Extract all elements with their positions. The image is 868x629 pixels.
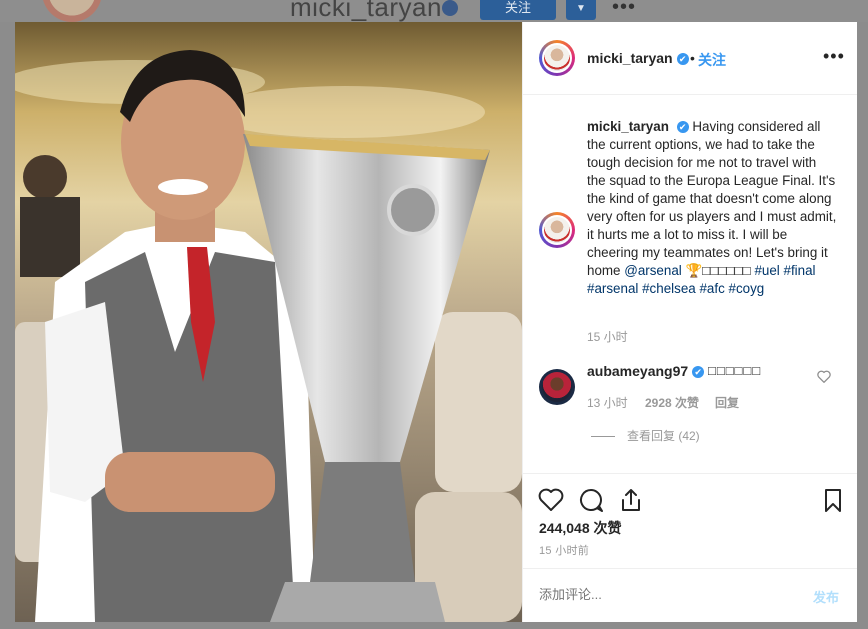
like-heart-icon[interactable] <box>537 486 565 514</box>
trophy-emoji: 🏆 <box>685 263 703 278</box>
hashtag-link[interactable]: #arsenal <box>587 281 638 296</box>
comment-text: □□□□□□ <box>708 363 762 378</box>
post-header: micki_taryan ✔ • 关注 ••• <box>523 22 857 95</box>
author-username-link[interactable]: micki_taryan ✔ <box>587 50 689 66</box>
share-icon[interactable] <box>617 486 645 514</box>
background-more-icon: ••• <box>612 0 637 18</box>
comment-like-heart-icon[interactable] <box>817 370 831 383</box>
hashtag-link[interactable]: #chelsea <box>642 281 696 296</box>
hashtag-link[interactable]: #coyg <box>729 281 765 296</box>
caption-username[interactable]: micki_taryan <box>587 119 669 134</box>
author-username: micki_taryan <box>587 50 673 66</box>
view-replies-link[interactable]: 查看回复 (42) <box>591 427 700 444</box>
verified-icon: ✔ <box>692 366 705 379</box>
commenter-avatar[interactable] <box>539 369 575 405</box>
verified-icon: ✔ <box>676 53 689 66</box>
header-separator: • <box>690 50 695 66</box>
background-verified-icon <box>442 0 458 16</box>
hashtag-link[interactable]: @arsenal <box>624 263 682 278</box>
save-bookmark-icon[interactable] <box>819 486 847 514</box>
emoji-text: □□□□□□ <box>702 263 751 278</box>
follow-button[interactable]: 关注 <box>698 50 726 70</box>
more-options-icon[interactable]: ••• <box>823 46 845 67</box>
post-modal: micki_taryan ✔ • 关注 ••• micki_taryan ✔ Ha… <box>15 22 857 622</box>
background-avatar <box>42 0 102 22</box>
verified-icon: ✔ <box>676 121 689 134</box>
background-header: micki_taryan 关注 ▼ ••• <box>0 0 868 22</box>
background-dropdown-icon: ▼ <box>566 0 596 20</box>
background-username: micki_taryan <box>290 0 442 22</box>
comment-timestamp: 13 小时 <box>587 396 628 410</box>
comment-input[interactable] <box>539 587 789 602</box>
author-avatar[interactable] <box>539 40 575 76</box>
hashtag-link[interactable]: #afc <box>699 281 724 296</box>
post-photo[interactable] <box>15 22 522 622</box>
replies-line <box>591 436 615 438</box>
caption-avatar[interactable] <box>539 212 575 248</box>
post-sidebar: micki_taryan ✔ • 关注 ••• micki_taryan ✔ Ha… <box>522 22 857 622</box>
view-replies-label: 查看回复 (42) <box>627 429 700 443</box>
background-follow-button: 关注 <box>480 0 556 20</box>
post-caption: micki_taryan ✔ Having considered all the… <box>587 118 837 298</box>
hashtag-link[interactable]: #uel <box>754 263 779 278</box>
hashtag-link[interactable]: #final <box>784 263 816 278</box>
comment-reply-button[interactable]: 回复 <box>715 394 739 411</box>
post-likes-count[interactable]: 244,048 次赞 <box>539 518 622 538</box>
add-comment-bar: 发布 <box>523 568 857 623</box>
caption-timestamp: 15 小时 <box>587 330 628 344</box>
post-timestamp[interactable]: 15 小时前 <box>539 542 589 558</box>
caption-text: Having considered all the current option… <box>587 119 837 278</box>
commenter-username-link[interactable]: aubameyang97 ✔ <box>587 363 705 379</box>
post-comment-button[interactable]: 发布 <box>813 587 839 606</box>
commenter-username: aubameyang97 <box>587 363 689 379</box>
comment-likes-count[interactable]: 2928 次赞 <box>645 394 699 411</box>
comment-bubble-icon[interactable] <box>577 486 605 514</box>
post-photo-illustration <box>15 22 522 622</box>
